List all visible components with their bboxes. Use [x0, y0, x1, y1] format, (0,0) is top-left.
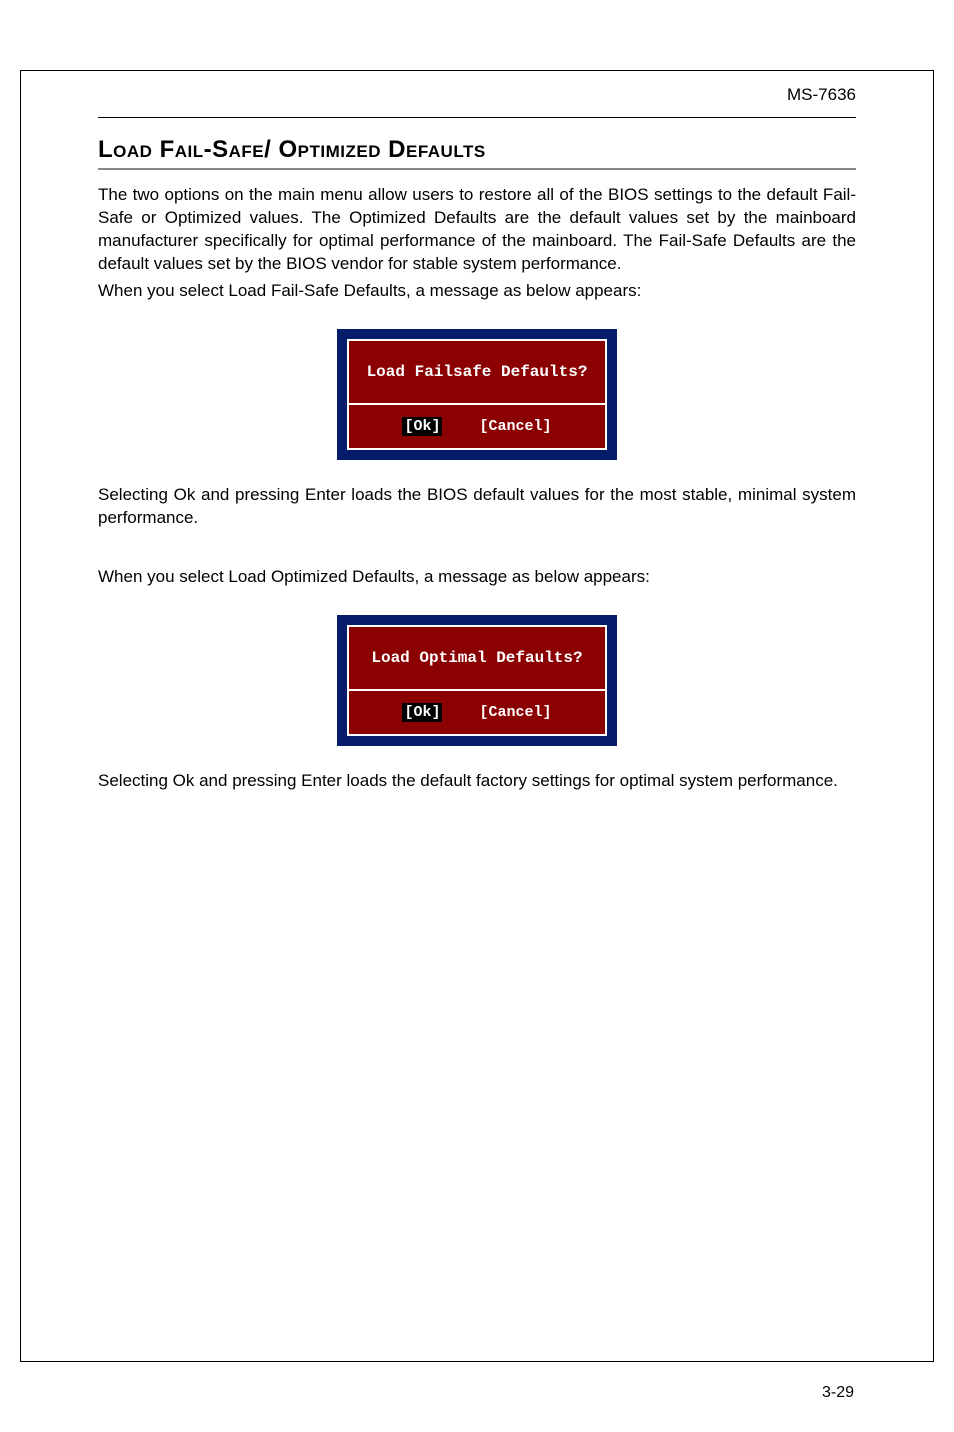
failsafe-ok-button[interactable]: [Ok]	[402, 417, 442, 436]
optimal-dialog: Load Optimal Defaults? [Ok] [Cancel]	[337, 615, 617, 746]
optimized-prompt-intro: When you select Load Optimized Defaults,…	[98, 566, 856, 589]
header-model-number: MS-7636	[98, 85, 856, 118]
optimal-ok-button[interactable]: [Ok]	[402, 703, 442, 722]
intro-paragraph: The two options on the main menu allow u…	[98, 184, 856, 276]
failsafe-result-paragraph: Selecting Ok and pressing Enter loads th…	[98, 484, 856, 530]
failsafe-dialog-wrap: Load Failsafe Defaults? [Ok] [Cancel]	[98, 329, 856, 460]
optimal-dialog-wrap: Load Optimal Defaults? [Ok] [Cancel]	[98, 615, 856, 746]
optimal-result-paragraph: Selecting Ok and pressing Enter loads th…	[98, 770, 856, 793]
failsafe-prompt-intro: When you select Load Fail-Safe Defaults,…	[98, 280, 856, 303]
failsafe-cancel-button[interactable]: [Cancel]	[480, 418, 552, 435]
failsafe-dialog-title: Load Failsafe Defaults?	[349, 341, 605, 405]
optimal-cancel-button[interactable]: [Cancel]	[480, 704, 552, 721]
failsafe-dialog-buttons: [Ok] [Cancel]	[349, 405, 605, 448]
failsafe-dialog-inner: Load Failsafe Defaults? [Ok] [Cancel]	[347, 339, 607, 450]
content-area: MS-7636 Load Fail-Safe/ Optimized Defaul…	[98, 85, 856, 1362]
page-number: 3-29	[822, 1384, 854, 1402]
optimal-dialog-inner: Load Optimal Defaults? [Ok] [Cancel]	[347, 625, 607, 736]
failsafe-dialog: Load Failsafe Defaults? [Ok] [Cancel]	[337, 329, 617, 460]
optimal-dialog-title: Load Optimal Defaults?	[349, 627, 605, 691]
section-title: Load Fail-Safe/ Optimized Defaults	[98, 136, 856, 170]
optimal-dialog-buttons: [Ok] [Cancel]	[349, 691, 605, 734]
